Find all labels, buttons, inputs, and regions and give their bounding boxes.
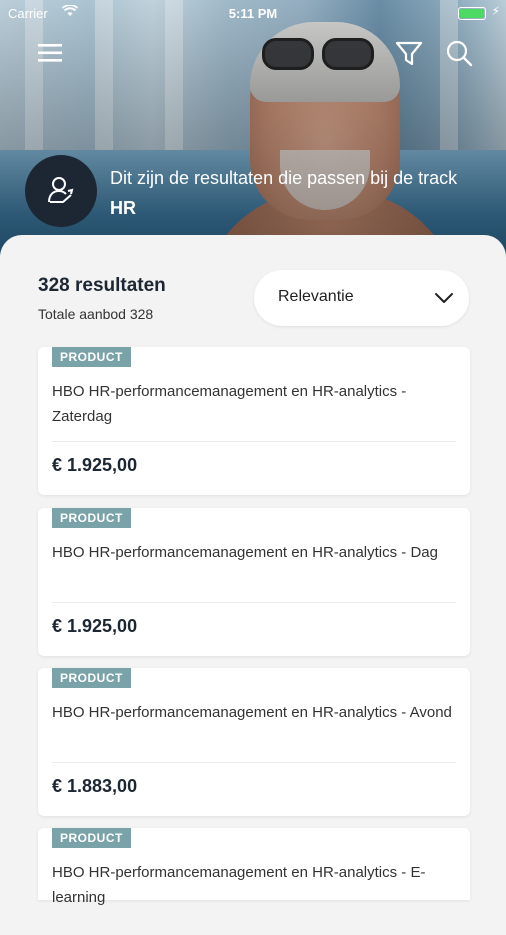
product-tag: PRODUCT <box>52 508 131 528</box>
track-badge <box>25 155 97 227</box>
search-icon[interactable] <box>444 38 474 68</box>
product-title: HBO HR-performancemanagement en HR-analy… <box>52 704 452 721</box>
product-card[interactable]: PRODUCT HBO HR-performancemanagement en … <box>38 347 470 495</box>
menu-icon[interactable] <box>36 38 66 68</box>
divider <box>52 762 456 763</box>
product-tag: PRODUCT <box>52 347 131 367</box>
product-title: HBO HR-performancemanagement en HR-analy… <box>52 864 426 906</box>
product-card[interactable]: PRODUCT HBO HR-performancemanagement en … <box>38 828 470 906</box>
charging-icon: ⚡ <box>491 4 500 18</box>
sort-selected: Relevantie <box>278 288 354 305</box>
total-offer: Totale aanbod 328 <box>38 306 154 322</box>
sort-dropdown[interactable]: Relevantie <box>254 270 469 326</box>
product-tag: PRODUCT <box>52 828 131 848</box>
divider <box>52 441 456 442</box>
product-card[interactable]: PRODUCT HBO HR-performancemanagement en … <box>38 508 470 656</box>
product-price: € 1.883,00 <box>52 776 138 796</box>
track-intro: Dit zijn de resultaten die passen bij de… <box>110 163 480 223</box>
status-bar: Carrier 5:11 PM ⚡ <box>0 0 506 28</box>
intro-text: Dit zijn de resultaten die passen bij de… <box>110 168 458 188</box>
clock: 5:11 PM <box>228 6 278 21</box>
product-card[interactable]: PRODUCT HBO HR-performancemanagement en … <box>38 668 470 816</box>
product-title: HBO HR-performancemanagement en HR-analy… <box>52 544 438 561</box>
product-title: HBO HR-performancemanagement en HR-analy… <box>52 383 407 425</box>
product-tag: PRODUCT <box>52 668 131 688</box>
battery-icon <box>458 7 486 20</box>
filter-icon[interactable] <box>394 38 424 68</box>
track-name: HR <box>110 198 136 218</box>
divider <box>52 602 456 603</box>
chevron-down-icon <box>435 293 453 303</box>
results-count: 328 resultaten <box>38 275 166 296</box>
person-track-icon <box>48 177 74 203</box>
product-price: € 1.925,00 <box>52 616 138 636</box>
product-price: € 1.925,00 <box>52 455 138 475</box>
